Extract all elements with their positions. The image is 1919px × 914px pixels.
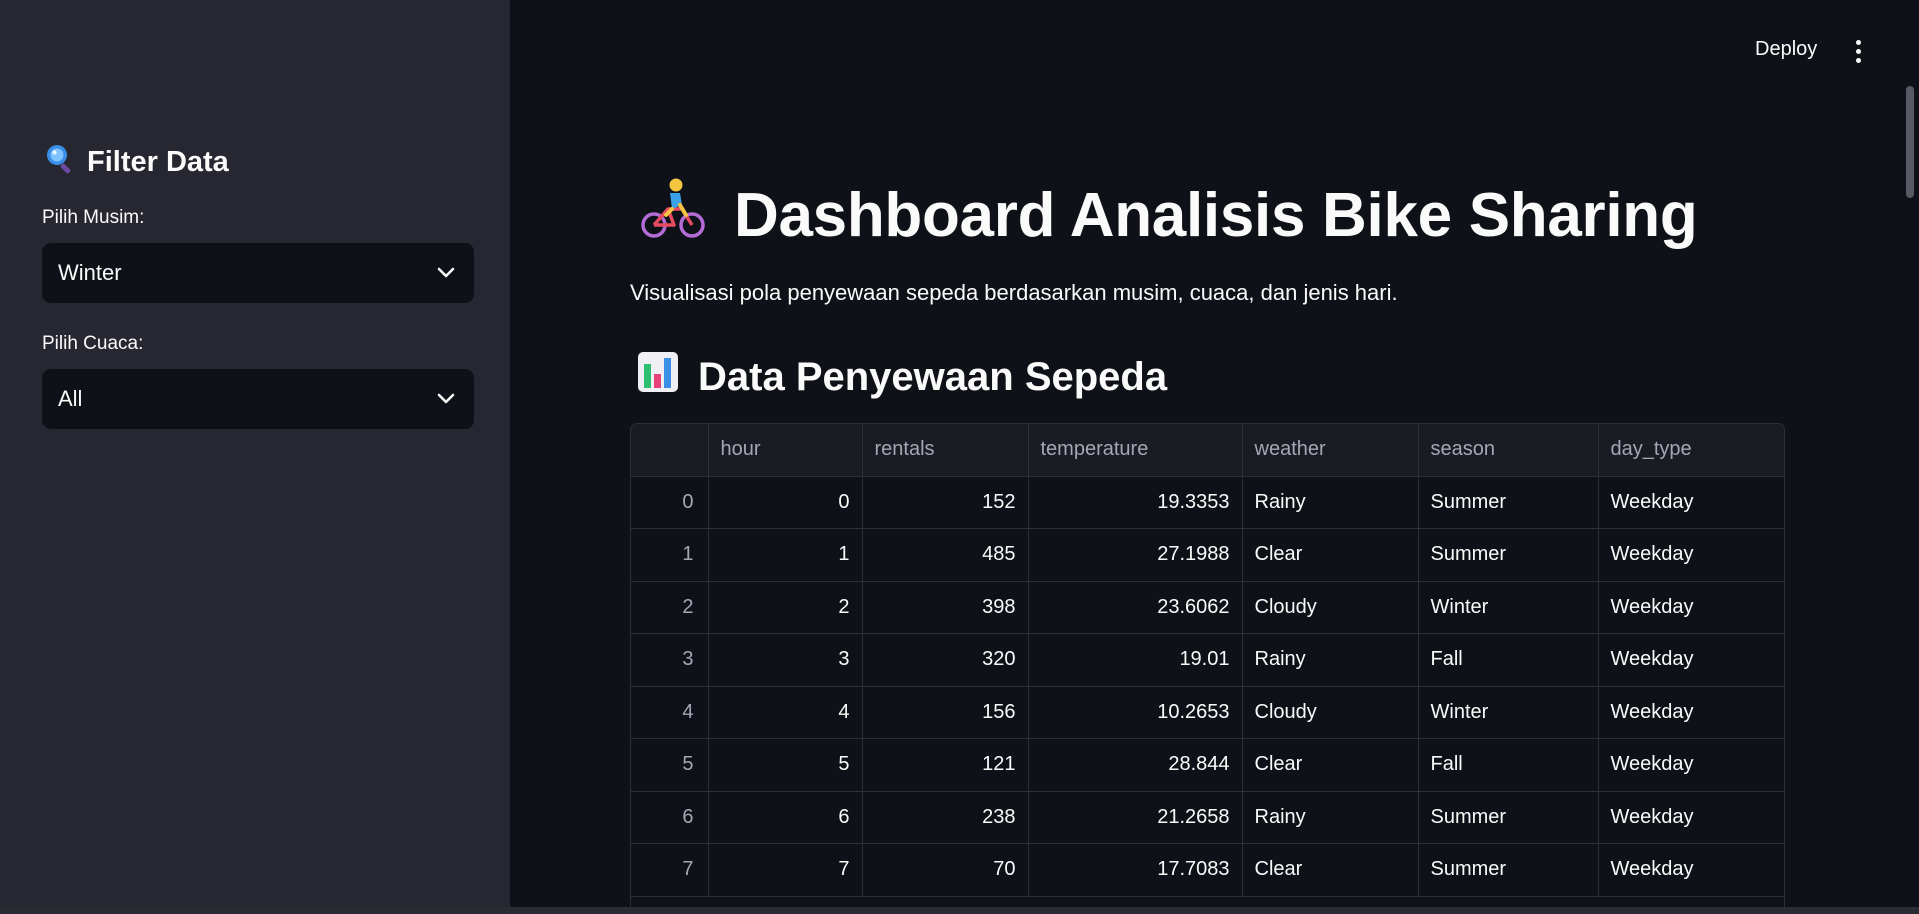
cell-temperature[interactable]: 17.7083 (1028, 843, 1243, 897)
cell-rentals[interactable]: 320 (862, 633, 1029, 687)
cell-temperature[interactable]: 23.6062 (1028, 581, 1243, 634)
table-header-row: hour rentals temperature weather season … (631, 424, 1784, 477)
cell-hour[interactable]: 1 (708, 528, 863, 582)
cell-rentals[interactable]: 398 (862, 581, 1029, 634)
kebab-menu-icon[interactable] (1846, 36, 1870, 66)
cell-season[interactable]: Summer (1418, 528, 1599, 582)
cell-rentals[interactable]: 121 (862, 738, 1029, 792)
cell-season[interactable]: Summer (1418, 843, 1599, 897)
column-header-day-type[interactable]: day_type (1598, 424, 1784, 477)
deploy-button[interactable]: Deploy (1755, 38, 1817, 61)
cell-rentals[interactable]: 156 (862, 686, 1029, 739)
section-title: Data Penyewaan Sepeda (636, 350, 1167, 404)
magnifier-icon (43, 142, 75, 182)
table-row: 7 7 70 17.7083 Clear Summer Weekday (631, 843, 1784, 897)
cell-rentals[interactable]: 70 (862, 843, 1029, 897)
cell-hour[interactable]: 3 (708, 633, 863, 687)
cell-hour[interactable]: 0 (708, 476, 863, 529)
chevron-down-icon (434, 387, 458, 411)
section-title-text: Data Penyewaan Sepeda (698, 354, 1168, 399)
row-index[interactable]: 6 (631, 791, 709, 844)
cell-weather[interactable]: Clear (1242, 738, 1419, 792)
column-header-hour[interactable]: hour (708, 424, 863, 477)
table-row: 6 6 238 21.2658 Rainy Summer Weekday (631, 791, 1784, 844)
cell-season[interactable]: Winter (1418, 581, 1599, 634)
page-title: Dashboard Analisis Bike Sharing (640, 175, 1698, 256)
row-index[interactable]: 2 (631, 581, 709, 634)
cell-temperature[interactable]: 19.01 (1028, 633, 1243, 687)
cell-rentals[interactable]: 152 (862, 476, 1029, 529)
cell-day-type[interactable]: Weekday (1598, 738, 1784, 792)
cell-weather[interactable]: Rainy (1242, 791, 1419, 844)
cell-weather[interactable]: Clear (1242, 843, 1419, 897)
column-header-rentals[interactable]: rentals (862, 424, 1029, 477)
row-index[interactable]: 3 (631, 633, 709, 687)
cyclist-icon (640, 175, 706, 256)
cell-season[interactable]: Summer (1418, 791, 1599, 844)
cell-hour[interactable]: 5 (708, 738, 863, 792)
weather-select[interactable]: All (42, 369, 474, 429)
cell-temperature[interactable]: 27.1988 (1028, 528, 1243, 582)
cell-season[interactable]: Summer (1418, 476, 1599, 529)
column-header-temperature[interactable]: temperature (1028, 424, 1243, 477)
app-window: Filter Data Pilih Musim: Winter Pilih Cu… (0, 0, 1919, 914)
cell-weather[interactable]: Rainy (1242, 633, 1419, 687)
row-index[interactable]: 0 (631, 476, 709, 529)
table-row: 2 2 398 23.6062 Cloudy Winter Weekday (631, 581, 1784, 634)
weather-select-value: All (58, 386, 83, 411)
table-row: 0 0 152 19.3353 Rainy Summer Weekday (631, 476, 1784, 529)
page-title-text: Dashboard Analisis Bike Sharing (734, 181, 1698, 250)
chevron-down-icon (434, 261, 458, 285)
table-row: 4 4 156 10.2653 Cloudy Winter Weekday (631, 686, 1784, 739)
cell-weather[interactable]: Cloudy (1242, 686, 1419, 739)
cell-day-type[interactable]: Weekday (1598, 633, 1784, 687)
table-row: 1 1 485 27.1988 Clear Summer Weekday (631, 528, 1784, 582)
cell-hour[interactable]: 7 (708, 843, 863, 897)
sidebar-title: Filter Data (43, 142, 229, 182)
cell-day-type[interactable]: Weekday (1598, 528, 1784, 582)
cell-temperature[interactable]: 28.844 (1028, 738, 1243, 792)
row-index[interactable]: 1 (631, 528, 709, 582)
cell-weather[interactable]: Cloudy (1242, 581, 1419, 634)
bar-chart-icon (636, 350, 680, 404)
cell-day-type[interactable]: Weekday (1598, 686, 1784, 739)
table-row: 3 3 320 19.01 Rainy Fall Weekday (631, 633, 1784, 687)
cell-day-type[interactable]: Weekday (1598, 843, 1784, 897)
row-index[interactable]: 7 (631, 843, 709, 897)
cell-season[interactable]: Fall (1418, 633, 1599, 687)
weather-label: Pilih Cuaca: (42, 333, 144, 354)
cell-temperature[interactable]: 21.2658 (1028, 791, 1243, 844)
cell-season[interactable]: Winter (1418, 686, 1599, 739)
season-label: Pilih Musim: (42, 207, 145, 228)
row-index[interactable]: 5 (631, 738, 709, 792)
cell-day-type[interactable]: Weekday (1598, 791, 1784, 844)
cell-weather[interactable]: Rainy (1242, 476, 1419, 529)
cell-rentals[interactable]: 238 (862, 791, 1029, 844)
sidebar-title-text: Filter Data (87, 145, 229, 178)
table-row: 5 5 121 28.844 Clear Fall Weekday (631, 738, 1784, 792)
cell-weather[interactable]: Clear (1242, 528, 1419, 582)
column-header-weather[interactable]: weather (1242, 424, 1419, 477)
cell-season[interactable]: Fall (1418, 738, 1599, 792)
cell-temperature[interactable]: 19.3353 (1028, 476, 1243, 529)
page-subtitle: Visualisasi pola penyewaan sepeda berdas… (630, 280, 1398, 305)
season-select-value: Winter (58, 260, 122, 285)
cell-hour[interactable]: 4 (708, 686, 863, 739)
row-index[interactable]: 4 (631, 686, 709, 739)
scrollbar[interactable] (1906, 86, 1914, 198)
window-bottom-edge (0, 907, 1919, 914)
cell-hour[interactable]: 6 (708, 791, 863, 844)
cell-rentals[interactable]: 485 (862, 528, 1029, 582)
season-select[interactable]: Winter (42, 243, 474, 303)
cell-hour[interactable]: 2 (708, 581, 863, 634)
data-table[interactable]: hour rentals temperature weather season … (630, 423, 1785, 914)
column-header-index[interactable] (631, 424, 709, 477)
cell-temperature[interactable]: 10.2653 (1028, 686, 1243, 739)
sidebar: Filter Data Pilih Musim: Winter Pilih Cu… (0, 0, 510, 914)
cell-day-type[interactable]: Weekday (1598, 581, 1784, 634)
column-header-season[interactable]: season (1418, 424, 1599, 477)
cell-day-type[interactable]: Weekday (1598, 476, 1784, 529)
